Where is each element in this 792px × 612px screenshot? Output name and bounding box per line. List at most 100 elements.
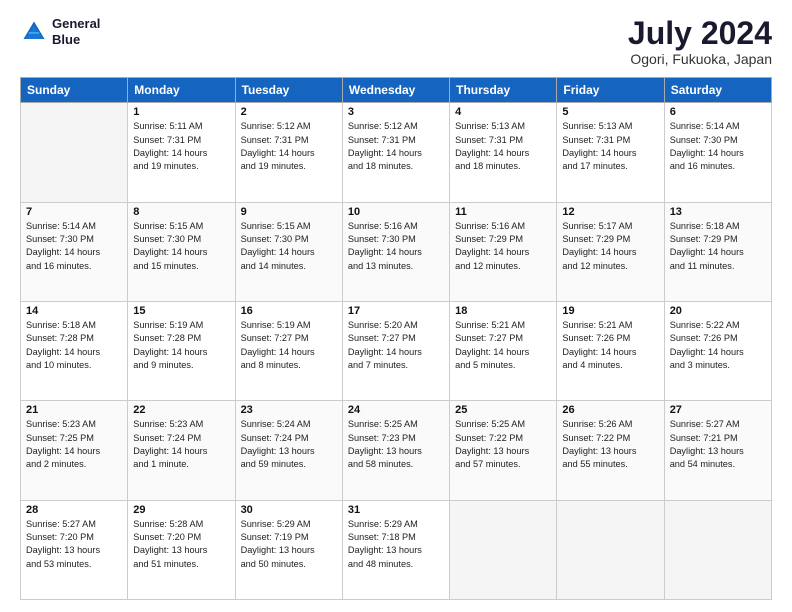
day-info: Sunrise: 5:20 AM Sunset: 7:27 PM Dayligh… — [348, 319, 444, 372]
day-number: 16 — [241, 305, 337, 317]
page: General Blue July 2024 Ogori, Fukuoka, J… — [0, 0, 792, 612]
col-header-tuesday: Tuesday — [235, 78, 342, 103]
day-info: Sunrise: 5:22 AM Sunset: 7:26 PM Dayligh… — [670, 319, 766, 372]
day-info: Sunrise: 5:14 AM Sunset: 7:30 PM Dayligh… — [26, 220, 122, 273]
col-header-friday: Friday — [557, 78, 664, 103]
day-cell: 24Sunrise: 5:25 AM Sunset: 7:23 PM Dayli… — [342, 401, 449, 500]
day-cell: 15Sunrise: 5:19 AM Sunset: 7:28 PM Dayli… — [128, 301, 235, 400]
day-number: 29 — [133, 504, 229, 516]
day-cell — [664, 500, 771, 599]
day-cell: 16Sunrise: 5:19 AM Sunset: 7:27 PM Dayli… — [235, 301, 342, 400]
col-header-saturday: Saturday — [664, 78, 771, 103]
day-cell: 30 Sunrise: 5:29 AM Sunset: 7:19 PM Dayli… — [235, 500, 342, 599]
day-number: 12 — [562, 206, 658, 218]
day-number: 20 — [670, 305, 766, 317]
day-info: Sunrise: 5:29 AM Sunset: 7:18 PM Dayligh… — [348, 518, 444, 571]
logo-icon — [20, 18, 48, 46]
day-number: 25 — [455, 404, 551, 416]
day-cell: 23Sunrise: 5:24 AM Sunset: 7:24 PM Dayli… — [235, 401, 342, 500]
main-title: July 2024 — [628, 16, 772, 51]
day-cell — [557, 500, 664, 599]
day-cell: 27 Sunrise: 5:27 AM Sunset: 7:21 PM Dayli… — [664, 401, 771, 500]
day-cell: 11 Sunrise: 5:16 AM Sunset: 7:29 PM Dayli… — [450, 202, 557, 301]
day-cell: 31 Sunrise: 5:29 AM Sunset: 7:18 PM Dayli… — [342, 500, 449, 599]
day-info: Sunrise: 5:12 AM Sunset: 7:31 PM Dayligh… — [241, 120, 337, 173]
week-row-5: 28 Sunrise: 5:27 AM Sunset: 7:20 PM Dayli… — [21, 500, 772, 599]
day-number: 7 — [26, 206, 122, 218]
day-cell: 25 Sunrise: 5:25 AM Sunset: 7:22 PM Dayli… — [450, 401, 557, 500]
logo: General Blue — [20, 16, 100, 47]
day-number: 18 — [455, 305, 551, 317]
week-row-1: 1Sunrise: 5:11 AM Sunset: 7:31 PM Daylig… — [21, 103, 772, 202]
col-header-sunday: Sunday — [21, 78, 128, 103]
day-number: 11 — [455, 206, 551, 218]
day-number: 8 — [133, 206, 229, 218]
day-cell: 8 Sunrise: 5:15 AM Sunset: 7:30 PM Daylig… — [128, 202, 235, 301]
day-cell: 10 Sunrise: 5:16 AM Sunset: 7:30 PM Dayli… — [342, 202, 449, 301]
title-block: July 2024 Ogori, Fukuoka, Japan — [628, 16, 772, 67]
day-info: Sunrise: 5:18 AM Sunset: 7:29 PM Dayligh… — [670, 220, 766, 273]
day-number: 27 — [670, 404, 766, 416]
day-number: 14 — [26, 305, 122, 317]
week-row-4: 21 Sunrise: 5:23 AM Sunset: 7:25 PM Dayli… — [21, 401, 772, 500]
logo-line2: Blue — [52, 32, 100, 48]
day-number: 10 — [348, 206, 444, 218]
day-cell: 12Sunrise: 5:17 AM Sunset: 7:29 PM Dayli… — [557, 202, 664, 301]
col-header-monday: Monday — [128, 78, 235, 103]
day-number: 21 — [26, 404, 122, 416]
day-info: Sunrise: 5:25 AM Sunset: 7:23 PM Dayligh… — [348, 418, 444, 471]
day-number: 4 — [455, 106, 551, 118]
day-number: 5 — [562, 106, 658, 118]
day-cell: 21 Sunrise: 5:23 AM Sunset: 7:25 PM Dayli… — [21, 401, 128, 500]
day-info: Sunrise: 5:27 AM Sunset: 7:20 PM Dayligh… — [26, 518, 122, 571]
day-info: Sunrise: 5:14 AM Sunset: 7:30 PM Dayligh… — [670, 120, 766, 173]
day-number: 28 — [26, 504, 122, 516]
day-cell: 9 Sunrise: 5:15 AM Sunset: 7:30 PM Daylig… — [235, 202, 342, 301]
day-number: 22 — [133, 404, 229, 416]
day-info: Sunrise: 5:16 AM Sunset: 7:30 PM Dayligh… — [348, 220, 444, 273]
day-number: 13 — [670, 206, 766, 218]
day-cell: 29Sunrise: 5:28 AM Sunset: 7:20 PM Dayli… — [128, 500, 235, 599]
logo-text: General Blue — [52, 16, 100, 47]
day-cell: 19Sunrise: 5:21 AM Sunset: 7:26 PM Dayli… — [557, 301, 664, 400]
day-cell: 28 Sunrise: 5:27 AM Sunset: 7:20 PM Dayli… — [21, 500, 128, 599]
day-cell: 5 Sunrise: 5:13 AM Sunset: 7:31 PM Daylig… — [557, 103, 664, 202]
week-row-2: 7 Sunrise: 5:14 AM Sunset: 7:30 PM Daylig… — [21, 202, 772, 301]
day-cell: 22 Sunrise: 5:23 AM Sunset: 7:24 PM Dayli… — [128, 401, 235, 500]
day-cell: 1Sunrise: 5:11 AM Sunset: 7:31 PM Daylig… — [128, 103, 235, 202]
day-cell: 2Sunrise: 5:12 AM Sunset: 7:31 PM Daylig… — [235, 103, 342, 202]
day-cell: 6 Sunrise: 5:14 AM Sunset: 7:30 PM Daylig… — [664, 103, 771, 202]
day-number: 31 — [348, 504, 444, 516]
day-number: 26 — [562, 404, 658, 416]
day-number: 15 — [133, 305, 229, 317]
day-number: 30 — [241, 504, 337, 516]
day-info: Sunrise: 5:13 AM Sunset: 7:31 PM Dayligh… — [562, 120, 658, 173]
week-row-3: 14 Sunrise: 5:18 AM Sunset: 7:28 PM Dayli… — [21, 301, 772, 400]
day-info: Sunrise: 5:23 AM Sunset: 7:24 PM Dayligh… — [133, 418, 229, 471]
header-row: SundayMondayTuesdayWednesdayThursdayFrid… — [21, 78, 772, 103]
day-info: Sunrise: 5:29 AM Sunset: 7:19 PM Dayligh… — [241, 518, 337, 571]
day-info: Sunrise: 5:15 AM Sunset: 7:30 PM Dayligh… — [241, 220, 337, 273]
day-cell: 3Sunrise: 5:12 AM Sunset: 7:31 PM Daylig… — [342, 103, 449, 202]
logo-line1: General — [52, 16, 100, 32]
day-info: Sunrise: 5:27 AM Sunset: 7:21 PM Dayligh… — [670, 418, 766, 471]
day-info: Sunrise: 5:23 AM Sunset: 7:25 PM Dayligh… — [26, 418, 122, 471]
col-header-thursday: Thursday — [450, 78, 557, 103]
calendar-table: SundayMondayTuesdayWednesdayThursdayFrid… — [20, 77, 772, 600]
day-info: Sunrise: 5:21 AM Sunset: 7:27 PM Dayligh… — [455, 319, 551, 372]
day-info: Sunrise: 5:18 AM Sunset: 7:28 PM Dayligh… — [26, 319, 122, 372]
day-cell: 7 Sunrise: 5:14 AM Sunset: 7:30 PM Daylig… — [21, 202, 128, 301]
subtitle: Ogori, Fukuoka, Japan — [628, 51, 772, 67]
day-info: Sunrise: 5:25 AM Sunset: 7:22 PM Dayligh… — [455, 418, 551, 471]
day-cell: 4 Sunrise: 5:13 AM Sunset: 7:31 PM Daylig… — [450, 103, 557, 202]
day-number: 9 — [241, 206, 337, 218]
day-number: 6 — [670, 106, 766, 118]
day-info: Sunrise: 5:15 AM Sunset: 7:30 PM Dayligh… — [133, 220, 229, 273]
day-cell — [21, 103, 128, 202]
day-cell: 20 Sunrise: 5:22 AM Sunset: 7:26 PM Dayli… — [664, 301, 771, 400]
day-info: Sunrise: 5:16 AM Sunset: 7:29 PM Dayligh… — [455, 220, 551, 273]
day-info: Sunrise: 5:13 AM Sunset: 7:31 PM Dayligh… — [455, 120, 551, 173]
day-info: Sunrise: 5:26 AM Sunset: 7:22 PM Dayligh… — [562, 418, 658, 471]
day-number: 19 — [562, 305, 658, 317]
day-cell: 17Sunrise: 5:20 AM Sunset: 7:27 PM Dayli… — [342, 301, 449, 400]
